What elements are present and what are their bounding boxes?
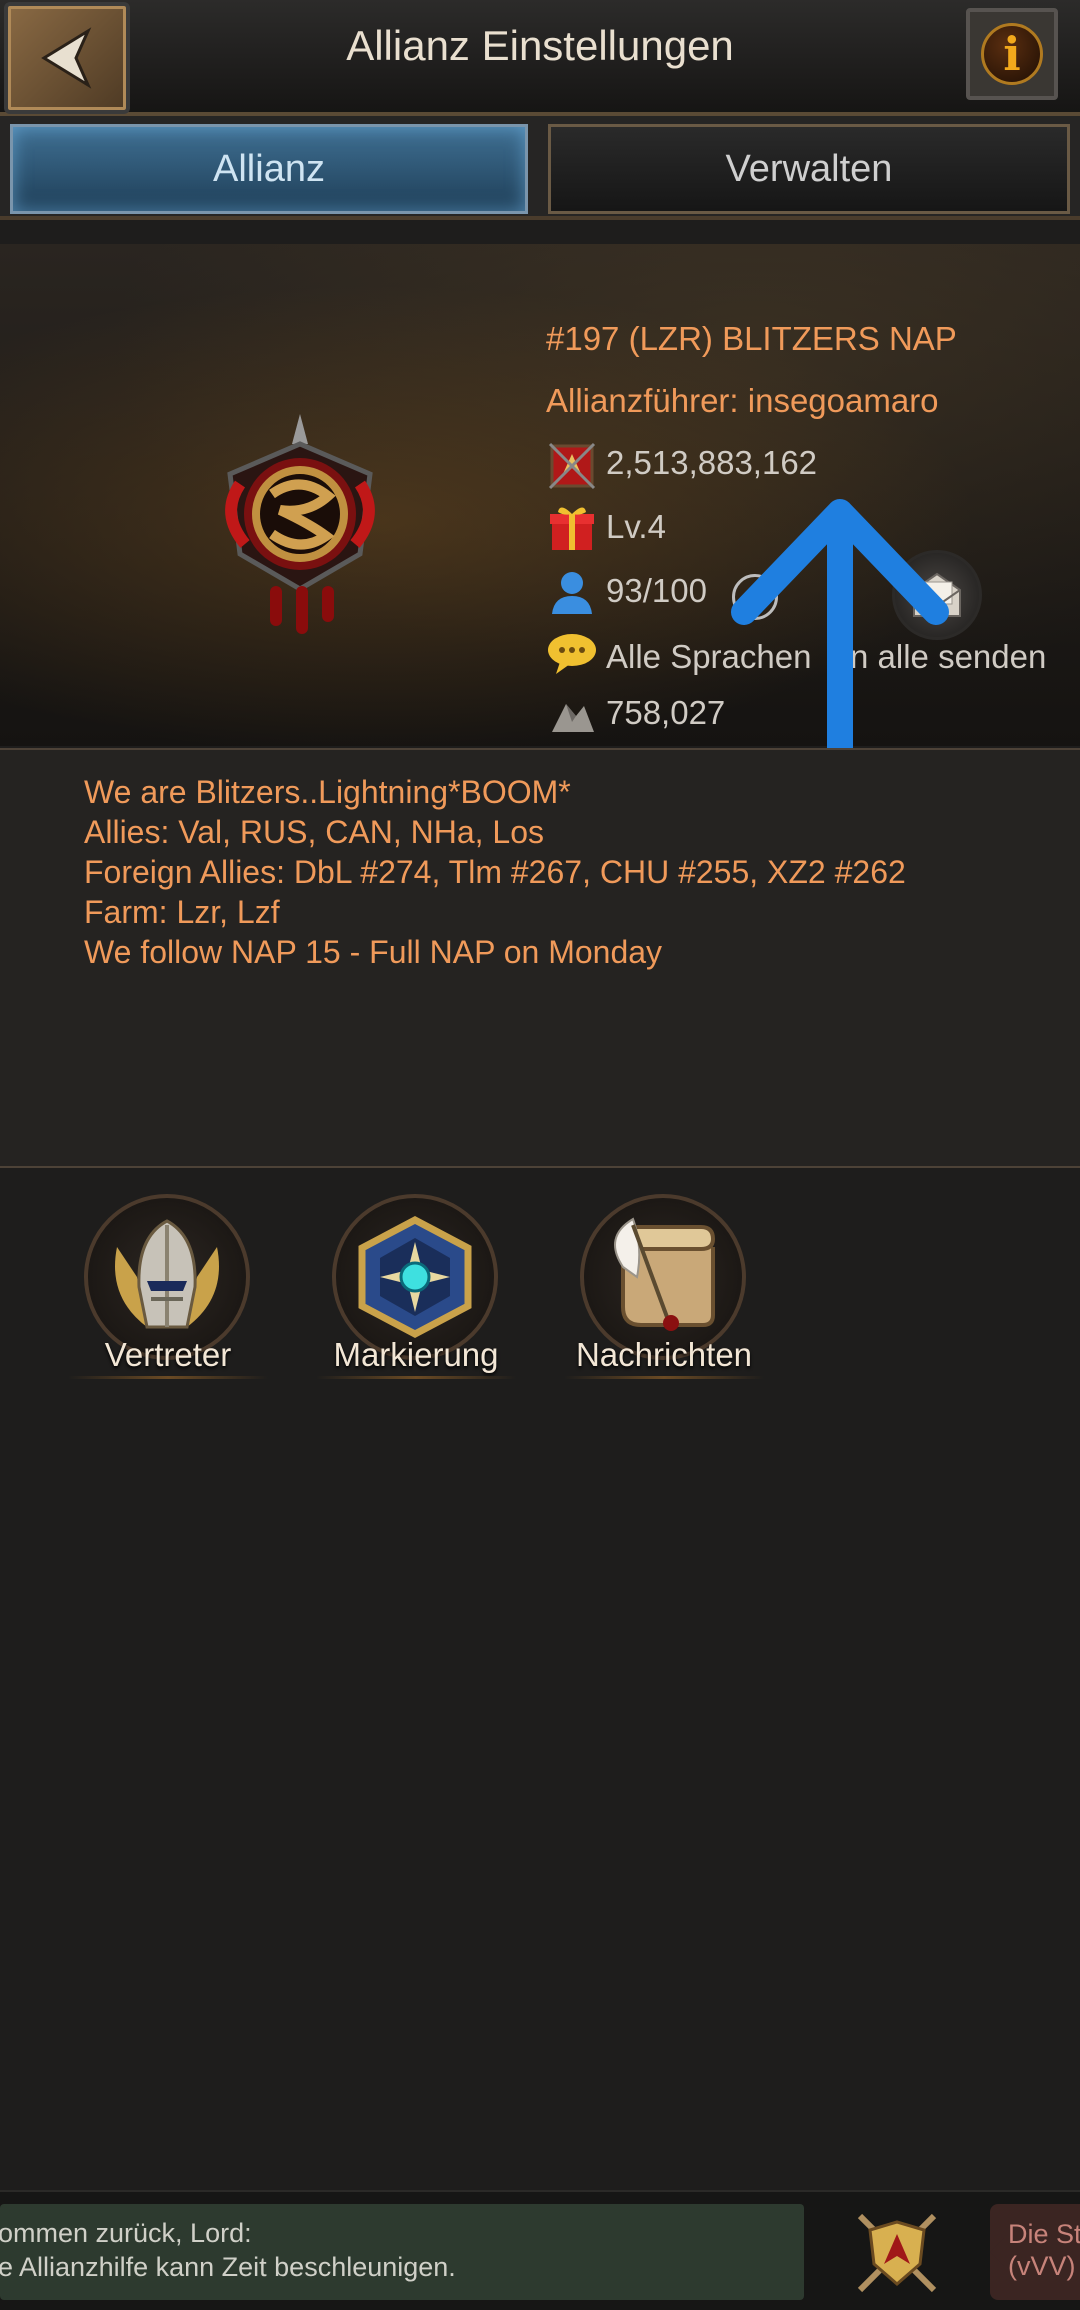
tab-bar: Allianz Verwalten [0,116,1080,220]
event-line: (vVV) [1008,2251,1076,2281]
chat-line: ommen zurück, Lord: [0,2218,252,2248]
alliance-header: #197 (LZR) BLITZERS NAP Allianzführer: i… [0,244,1080,764]
language-icon [548,634,596,674]
label-divider [564,1376,764,1379]
top-bar: Allianz Einstellungen i [0,0,1080,116]
territory-value: 758,027 [606,694,726,731]
description-line: Foreign Allies: DbL #274, Tlm #267, CHU … [84,854,906,890]
chat-preview[interactable]: ommen zurück, Lord: e Allianzhilfe kann … [0,2204,804,2300]
nachrichten-button[interactable]: Nachrichten [554,1190,764,1390]
alliance-power: 2,513,883,162 [606,444,818,481]
markierung-button[interactable]: Markierung [306,1190,516,1390]
description-line: Farm: Lzr, Lzf [84,894,280,930]
label-divider [68,1376,268,1379]
bottom-bar: ommen zurück, Lord: e Allianzhilfe kann … [0,2190,1080,2310]
label-divider [316,1376,516,1379]
vertreter-button[interactable]: Vertreter [58,1190,268,1390]
annotation-arrow-icon [731,499,949,764]
alliance-shield-icon[interactable] [852,2208,942,2298]
scroll-quill-icon [614,1217,716,1331]
event-notice[interactable]: Die St (vVV) [990,2204,1080,2300]
nachrichten-label: Nachrichten [575,1336,753,1373]
gift-level: Lv.4 [606,508,666,545]
description-line: We are Blitzers..Lightning*BOOM* [84,774,571,810]
page-title: Allianz Einstellungen [346,22,734,69]
tab-verwalten[interactable]: Verwalten [548,124,1070,214]
chat-line: e Allianzhilfe kann Zeit beschleunigen. [0,2252,456,2282]
territory-icon [552,704,594,732]
tab-allianz[interactable]: Allianz [10,124,528,214]
info-button[interactable]: i [966,8,1058,100]
description-line: Allies: Val, RUS, CAN, NHa, Los [84,814,544,850]
member-count: 93/100 [606,572,707,609]
info-icon: i [981,23,1043,85]
gem-badge-icon [358,1216,472,1338]
power-icon [548,442,596,490]
alliance-leader: Allianzführer: insegoamaro [546,382,939,419]
description-line: We follow NAP 15 - Full NAP on Monday [84,934,663,970]
alliance-name: #197 (LZR) BLITZERS NAP [546,320,957,357]
event-line: Die St [1008,2219,1080,2249]
markierung-label: Markierung [333,1336,499,1373]
gift-icon [550,507,594,550]
knight-helmet-icon [115,1219,219,1329]
vertreter-label: Vertreter [104,1336,232,1373]
alliance-description: We are Blitzers..Lightning*BOOM* Allies:… [0,748,1080,1168]
alliance-emblem-icon [225,414,375,634]
members-icon [552,572,592,614]
